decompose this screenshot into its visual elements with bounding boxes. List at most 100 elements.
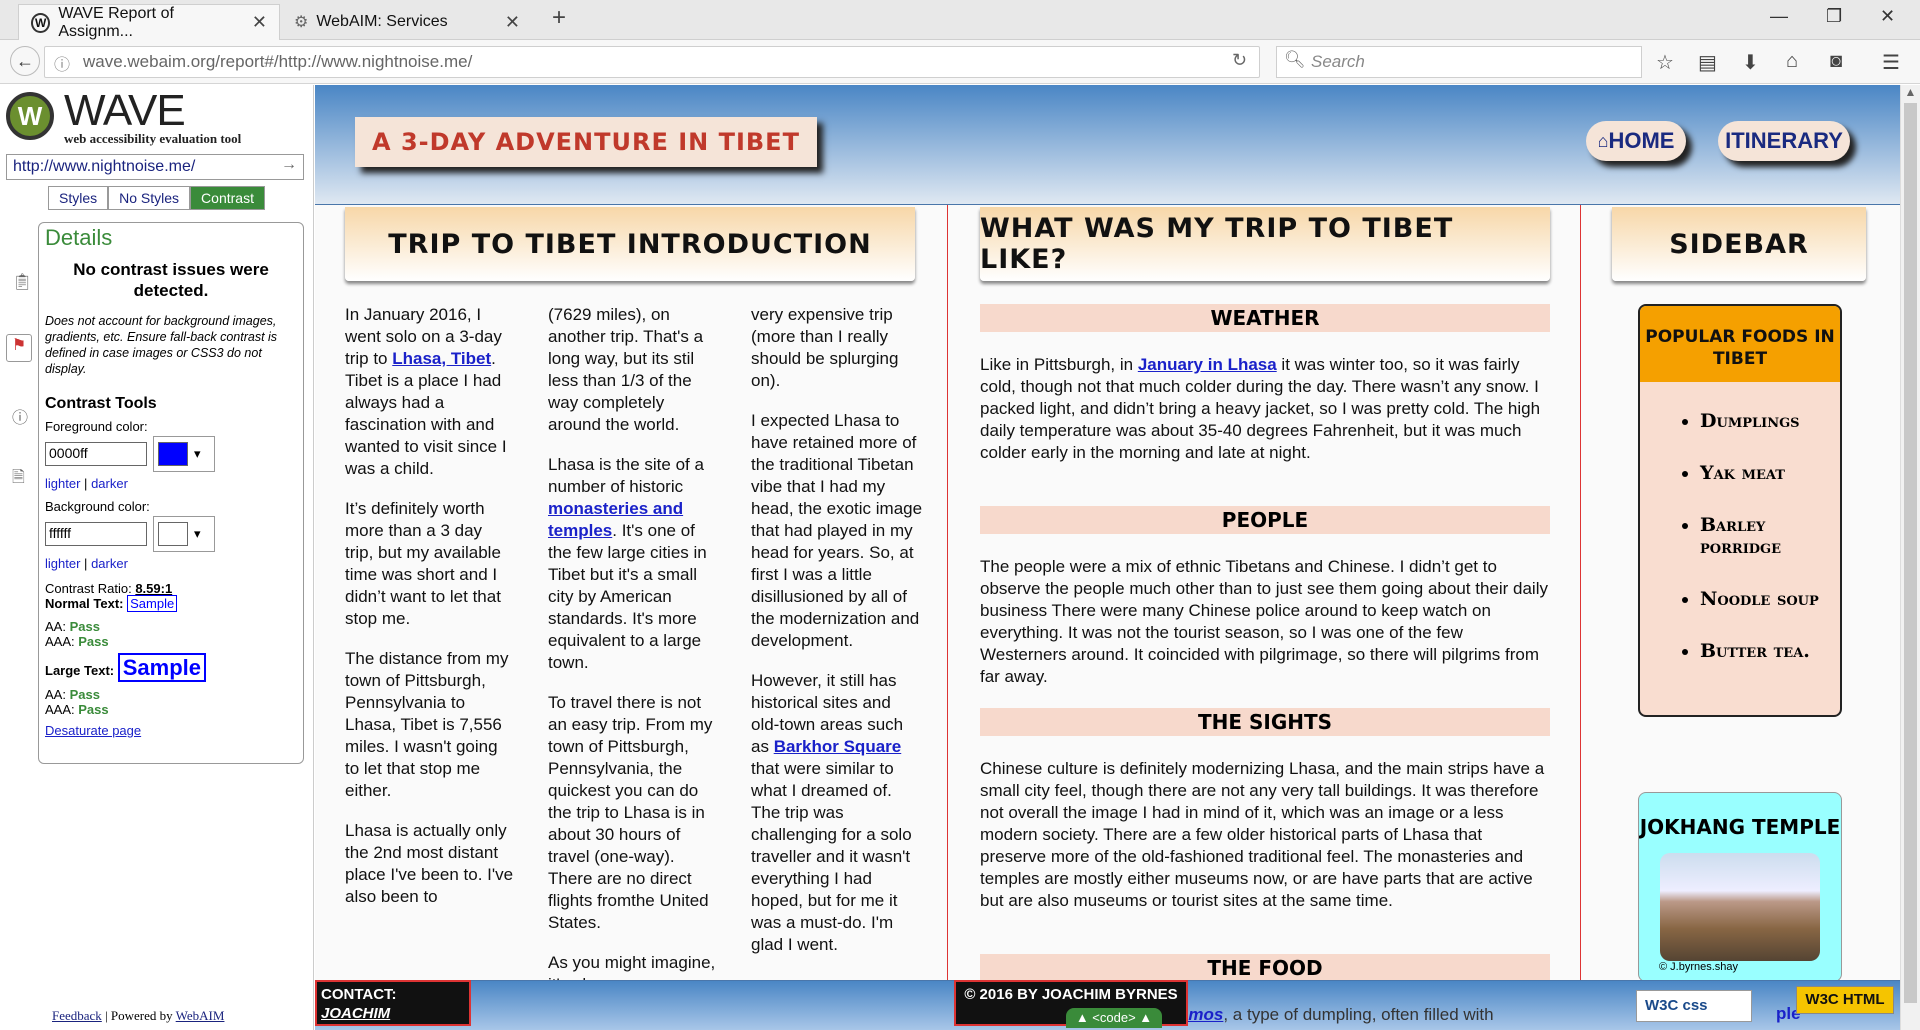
aaa-pass: Pass bbox=[78, 634, 109, 649]
minimize-icon[interactable]: — bbox=[1770, 6, 1788, 27]
search-input[interactable]: Search bbox=[1276, 46, 1642, 78]
home-icon[interactable]: ⌂ bbox=[1786, 50, 1798, 73]
bg-darker-link[interactable]: darker bbox=[91, 556, 128, 571]
w3c-css-badge[interactable]: W3C css bbox=[1636, 990, 1752, 1022]
jokhang-temple-box: JOKHANG TEMPLE © J.byrnes.shay bbox=[1638, 792, 1842, 982]
contact-name-link[interactable]: JOACHIM bbox=[321, 1004, 465, 1023]
fg-color-input[interactable]: 0000ff bbox=[45, 442, 147, 466]
close-tab-icon[interactable]: ✕ bbox=[505, 12, 520, 33]
column-divider bbox=[947, 205, 948, 980]
lhasa-tibet-link[interactable]: Lhasa, Tibet bbox=[392, 349, 491, 368]
tab-wave-report[interactable]: W WAVE Report of Assignm... ✕ bbox=[18, 4, 280, 40]
text: . Tibet is a place I had always had a fa… bbox=[345, 349, 507, 478]
food-heading: THE FOOD bbox=[980, 954, 1550, 982]
dropdown-icon: ▾ bbox=[194, 526, 201, 541]
jokhang-caption: © J.byrnes.shay bbox=[1659, 961, 1739, 973]
reload-icon[interactable]: ↻ bbox=[1232, 50, 1247, 71]
sidebar-heading: SIDEBAR bbox=[1612, 207, 1866, 281]
info-icon[interactable]: ⓘ bbox=[54, 51, 70, 75]
wave-logo-subtitle: web accessibility evaluation tool bbox=[64, 131, 242, 146]
w3c-html-badge[interactable]: W3C HTML bbox=[1796, 986, 1894, 1014]
reading-list-icon[interactable]: ▤ bbox=[1698, 50, 1717, 75]
url-bar[interactable]: wave.webaim.org/report#/http://www.night… bbox=[44, 46, 1260, 78]
new-tab-button[interactable]: + bbox=[552, 4, 566, 32]
desaturate-link[interactable]: Desaturate page bbox=[45, 723, 141, 738]
menu-icon[interactable]: ☰ bbox=[1882, 50, 1900, 75]
intro-paragraph: The distance from my town of Pittsburgh,… bbox=[345, 649, 509, 800]
scroll-thumb[interactable] bbox=[1904, 103, 1917, 1003]
fg-color-picker[interactable]: ▾ bbox=[153, 436, 215, 472]
contrast-flag-icon[interactable]: ⚑ bbox=[6, 334, 32, 362]
copyright-text: © 2016 BY JOACHIM BYRNES bbox=[964, 986, 1178, 1003]
intro-paragraph: I expected Lhasa to have retained more o… bbox=[751, 411, 923, 650]
star-icon[interactable]: ☆ bbox=[1656, 50, 1674, 75]
webaim-link[interactable]: WebAIM bbox=[176, 1008, 225, 1023]
details-title: Details bbox=[45, 225, 113, 250]
food-text-partial: omos, a type of dumpling, often filled w… bbox=[1178, 1004, 1558, 1026]
normal-text-label: Normal Text: bbox=[45, 596, 124, 611]
fg-lighter-link[interactable]: lighter bbox=[45, 476, 80, 491]
tab-contrast[interactable]: Contrast bbox=[190, 186, 265, 210]
normal-sample: Sample bbox=[127, 595, 178, 612]
popular-foods-box: POPULAR FOODS IN TIBET Dumplings Yak mea… bbox=[1638, 304, 1842, 717]
contrast-tools-title: Contrast Tools bbox=[45, 395, 157, 412]
text: . It's one of the few large cities in Ti… bbox=[548, 521, 707, 672]
large-sample: Sample bbox=[117, 653, 206, 682]
large-aaa-pass: Pass bbox=[78, 702, 109, 717]
document-icon[interactable]: 🗎 bbox=[12, 466, 32, 486]
bg-label: Background color: bbox=[45, 499, 150, 514]
bg-color-picker[interactable]: ▾ bbox=[153, 516, 215, 552]
intro-paragraph: very expensive trip (more than I really … bbox=[751, 305, 899, 390]
large-aa-pass: Pass bbox=[69, 687, 100, 702]
trip-heading: WHAT WAS MY TRIP TO TIBET LIKE? bbox=[980, 207, 1550, 281]
intro-paragraph: (7629 miles), on another trip. That's a … bbox=[548, 305, 704, 434]
large-text-label: Large Text: bbox=[45, 663, 115, 678]
code-toggle-button[interactable]: ▲ <code> ▲ bbox=[1066, 1008, 1162, 1028]
ratio-label: Contrast Ratio: bbox=[45, 581, 132, 596]
intro-heading: TRIP TO TIBET INTRODUCTION bbox=[345, 207, 915, 281]
close-window-icon[interactable]: ✕ bbox=[1880, 6, 1895, 27]
bg-color-input[interactable]: ffffff bbox=[45, 522, 147, 546]
no-issues-message: No contrast issues were detected. bbox=[73, 260, 269, 300]
contact-box: CONTACT: JOACHIM bbox=[315, 980, 471, 1026]
wave-favicon-icon: W bbox=[31, 12, 51, 33]
food-item: Yak meat bbox=[1700, 462, 1840, 484]
go-arrow-icon[interactable]: → bbox=[281, 156, 297, 174]
itinerary-nav-button[interactable]: ITINERARY bbox=[1718, 121, 1850, 161]
details-panel: Details No contrast issues were detected… bbox=[38, 222, 304, 764]
back-icon[interactable]: ← bbox=[10, 46, 40, 76]
text: that were similar to what I dreamed of. … bbox=[751, 759, 912, 954]
contrast-note: Does not account for background images, … bbox=[45, 314, 278, 376]
info-circle-icon[interactable]: ⓘ bbox=[12, 404, 32, 427]
gear-favicon-icon: ⚙ bbox=[294, 14, 309, 31]
ratio-value: 8.59:1 bbox=[135, 581, 173, 596]
bg-separator: | bbox=[84, 556, 88, 571]
bg-lighter-link[interactable]: lighter bbox=[45, 556, 80, 571]
tab-no-styles[interactable]: No Styles bbox=[108, 186, 191, 210]
wave-url-input[interactable]: http://www.nightnoise.me/ → bbox=[6, 154, 304, 180]
download-icon[interactable]: ⬇ bbox=[1742, 50, 1759, 75]
bg-swatch bbox=[158, 522, 188, 546]
intro-paragraph: It’s definitely worth more than a 3 day … bbox=[345, 499, 501, 628]
food-item: Dumplings bbox=[1700, 410, 1840, 432]
close-tab-icon[interactable]: ✕ bbox=[252, 12, 267, 33]
feedback-link[interactable]: Feedback bbox=[52, 1008, 102, 1023]
intro-paragraph: In January 2016, I went solo on a 3-day … bbox=[345, 304, 515, 480]
january-in-lhasa-link[interactable]: January in Lhasa bbox=[1138, 355, 1277, 374]
clipboard-icon[interactable]: 📋︎ bbox=[12, 272, 32, 292]
fg-darker-link[interactable]: darker bbox=[91, 476, 128, 491]
page-scrollbar[interactable]: ▲ bbox=[1900, 85, 1920, 1030]
tab-styles[interactable]: Styles bbox=[48, 186, 109, 210]
scroll-up-icon[interactable]: ▲ bbox=[1901, 85, 1920, 99]
barkhor-square-link[interactable]: Barkhor Square bbox=[774, 737, 902, 756]
maximize-icon[interactable]: ❐ bbox=[1826, 6, 1842, 27]
fg-label: Foreground color: bbox=[45, 419, 148, 434]
jokhang-temple-image bbox=[1660, 853, 1820, 961]
pocket-icon[interactable]: ◙ bbox=[1830, 50, 1842, 73]
home-nav-icon: ⌂ bbox=[1597, 130, 1609, 151]
tab-webaim-services[interactable]: ⚙ WebAIM: Services ✕ bbox=[282, 4, 532, 40]
home-nav-button[interactable]: ⌂ HOME bbox=[1586, 121, 1686, 161]
url-text: wave.webaim.org/report#/http://www.night… bbox=[83, 52, 473, 71]
popular-foods-heading: POPULAR FOODS IN TIBET bbox=[1640, 306, 1840, 382]
sights-heading: THE SIGHTS bbox=[980, 708, 1550, 736]
